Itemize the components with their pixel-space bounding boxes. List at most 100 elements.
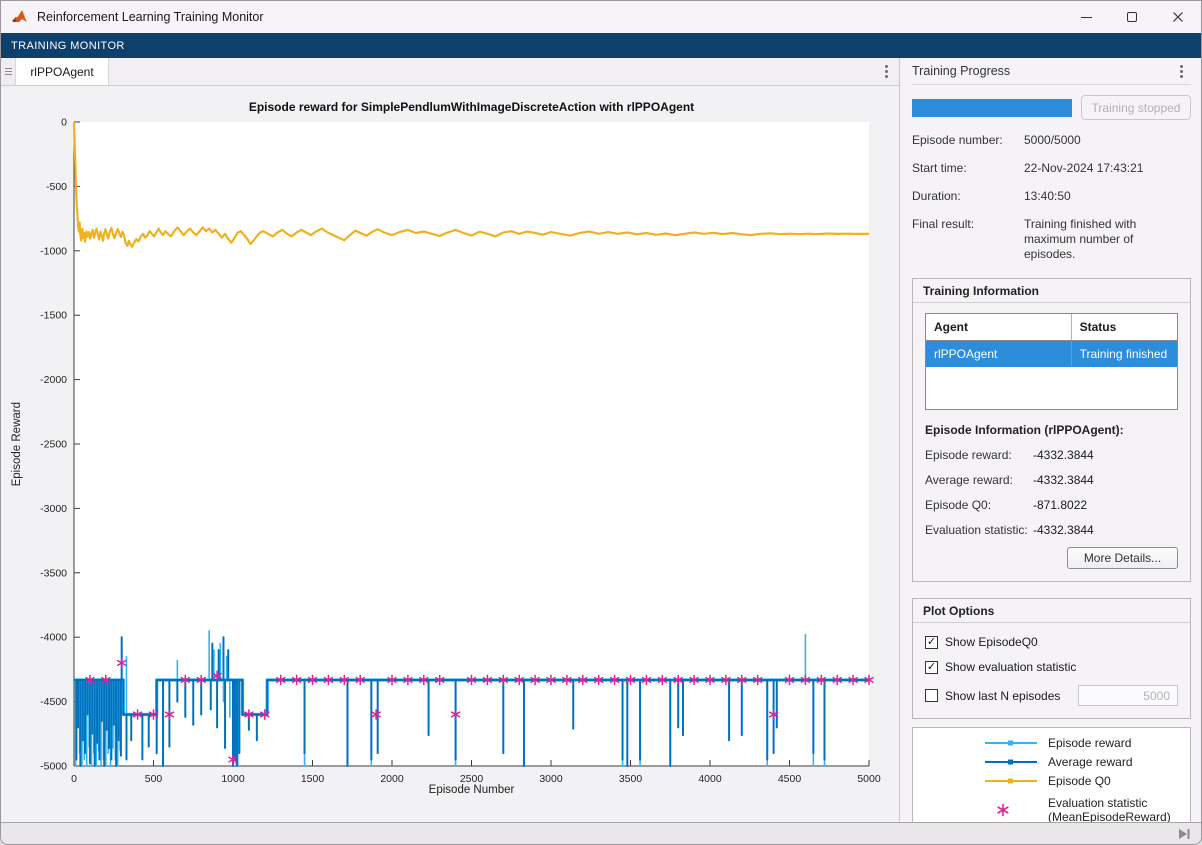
training-progress-header: Training Progress [912, 58, 1191, 85]
field-label: Final result: [912, 217, 1024, 262]
legend-item-episode-q0: Episode Q0 [913, 774, 1190, 788]
legend-item-evaluation-statistic: Evaluation statistic (MeanEpisodeReward) [913, 796, 1190, 822]
kebab-icon [1180, 65, 1183, 78]
legend-label: Evaluation statistic (MeanEpisodeReward) [1048, 796, 1171, 822]
training-progress-title: Training Progress [912, 64, 1010, 78]
maximize-button[interactable] [1109, 1, 1155, 33]
training-information-panel: Training Information Agent Status rlPPOA… [912, 278, 1191, 582]
plot-options-panel: Plot Options ✓ Show EpisodeQ0 ✓ Show eva… [912, 598, 1191, 719]
status-cell: Training finished [1072, 341, 1177, 367]
legend-item-average-reward: Average reward [913, 755, 1190, 769]
field-label: Episode number: [912, 133, 1024, 148]
show-last-n-episodes-checkbox[interactable]: ✓ [925, 689, 938, 702]
episode-information-title: Episode Information (rlPPOAgent): [925, 423, 1178, 437]
field-value: 22-Nov-2024 17:43:21 [1024, 161, 1191, 176]
y-tick-label: -4000 [40, 632, 67, 644]
document-actions-button[interactable] [873, 58, 899, 85]
document-pane: rlPPOAgent 0-500-1000-1500-2000-2500-300… [1, 58, 899, 822]
duration-row: Duration: 13:40:50 [912, 189, 1191, 204]
field-value: Training finished with maximum number of… [1024, 217, 1176, 262]
last-n-episodes-input[interactable]: 5000 [1078, 685, 1178, 706]
window-controls [1063, 1, 1201, 33]
progress-bar [912, 99, 1072, 117]
evaluation-statistic-value: -4332.3844 [1033, 523, 1094, 537]
episode-reward-value: -4332.3844 [1033, 448, 1094, 462]
episode-q0-row: Episode Q0: -871.8022 [925, 498, 1178, 512]
training-progress-pane: Training Progress Training stopped Episo… [899, 58, 1201, 822]
field-label: Start time: [912, 161, 1024, 176]
table-row[interactable]: rlPPOAgent Training finished [926, 341, 1177, 367]
y-tick-label: -4500 [40, 696, 67, 708]
show-episodeq0-checkbox[interactable]: ✓ [925, 636, 938, 649]
progress-bar-fill [912, 99, 1072, 117]
training-stopped-button[interactable]: Training stopped [1081, 95, 1191, 120]
close-icon [1172, 11, 1184, 23]
toolstrip-tab-training-monitor[interactable]: TRAINING MONITOR [1, 33, 1201, 58]
document-tabstrip: rlPPOAgent [1, 58, 899, 86]
field-value: 13:40:50 [1024, 189, 1191, 204]
y-tick-label: -1000 [40, 245, 67, 257]
minimize-button[interactable] [1063, 1, 1109, 33]
y-axis-label: Episode Reward [9, 122, 25, 766]
y-tick-label: -3500 [40, 567, 67, 579]
show-episodeq0-option: ✓ Show EpisodeQ0 [925, 635, 1178, 649]
training-figure: 0-500-1000-1500-2000-2500-3000-3500-4000… [1, 86, 899, 822]
checkbox-label: Show last N episodes [945, 689, 1060, 703]
kebab-icon [885, 65, 888, 78]
x-axis-label: Episode Number [74, 784, 869, 796]
toolstrip-label: TRAINING MONITOR [11, 40, 125, 52]
y-tick-label: -1500 [40, 310, 67, 322]
average-reward-value: -4332.3844 [1033, 473, 1094, 487]
evaluation-statistic-marker-swatch [983, 797, 1039, 822]
field-value: 5000/5000 [1024, 133, 1191, 148]
y-tick-label: -2500 [40, 439, 67, 451]
tabstrip-handle-icon[interactable] [1, 58, 16, 85]
legend-label: Average reward [1048, 755, 1133, 769]
skip-to-end-icon[interactable] [1177, 828, 1191, 840]
app-window: Reinforcement Learning Training Monitor … [0, 0, 1202, 845]
field-label: Duration: [912, 189, 1024, 204]
legend-label: Episode reward [1048, 736, 1131, 750]
bottom-statusbar [1, 822, 1201, 844]
more-details-button[interactable]: More Details... [1067, 547, 1178, 569]
column-header-status[interactable]: Status [1072, 314, 1177, 340]
y-tick-label: 0 [61, 117, 67, 129]
training-information-title: Training Information [913, 279, 1190, 303]
agent-status-table: Agent Status rlPPOAgent Training finishe… [925, 313, 1178, 410]
final-result-row: Final result: Training finished with max… [912, 217, 1191, 262]
tab-rlppoagent[interactable]: rlPPOAgent [16, 58, 109, 85]
plot-title: Episode reward for SimplePendlumWithImag… [74, 100, 869, 114]
show-evaluation-statistic-checkbox[interactable]: ✓ [925, 661, 938, 674]
minimize-icon [1081, 17, 1092, 18]
evaluation-statistic-row: Evaluation statistic: -4332.3844 [925, 523, 1178, 537]
legend-label: Episode Q0 [1048, 774, 1111, 788]
training-plot: 0-500-1000-1500-2000-2500-3000-3500-4000… [1, 86, 898, 821]
episode-q0-value: -871.8022 [1033, 498, 1087, 512]
window-title: Reinforcement Learning Training Monitor [37, 10, 264, 24]
panel-actions-button[interactable] [1171, 65, 1191, 78]
show-last-n-episodes-option: ✓ Show last N episodes 5000 [925, 685, 1178, 706]
close-button[interactable] [1155, 1, 1201, 33]
checkbox-label: Show EpisodeQ0 [945, 635, 1038, 649]
agent-cell: rlPPOAgent [926, 341, 1072, 367]
table-header-row: Agent Status [926, 314, 1177, 341]
y-tick-label: -5000 [40, 761, 67, 773]
legend-panel: Episode reward Average reward Episode Q0… [912, 727, 1191, 822]
y-tick-label: -500 [46, 181, 67, 193]
average-reward-line-swatch [983, 755, 1039, 769]
legend-item-episode-reward: Episode reward [913, 736, 1190, 750]
episode-q0-line-swatch [983, 774, 1039, 788]
table-empty-area [926, 367, 1177, 409]
plot-options-title: Plot Options [913, 599, 1190, 623]
y-tick-label: -2000 [40, 374, 67, 386]
column-header-agent[interactable]: Agent [926, 314, 1072, 340]
checkbox-label: Show evaluation statistic [945, 660, 1076, 674]
maximize-icon [1127, 12, 1137, 22]
plot-area [74, 122, 869, 766]
average-reward-row: Average reward: -4332.3844 [925, 473, 1178, 487]
start-time-row: Start time: 22-Nov-2024 17:43:21 [912, 161, 1191, 176]
episode-number-row: Episode number: 5000/5000 [912, 133, 1191, 148]
matlab-logo-icon [11, 9, 29, 25]
episode-reward-line-swatch [983, 736, 1039, 750]
tab-label: rlPPOAgent [30, 65, 93, 79]
